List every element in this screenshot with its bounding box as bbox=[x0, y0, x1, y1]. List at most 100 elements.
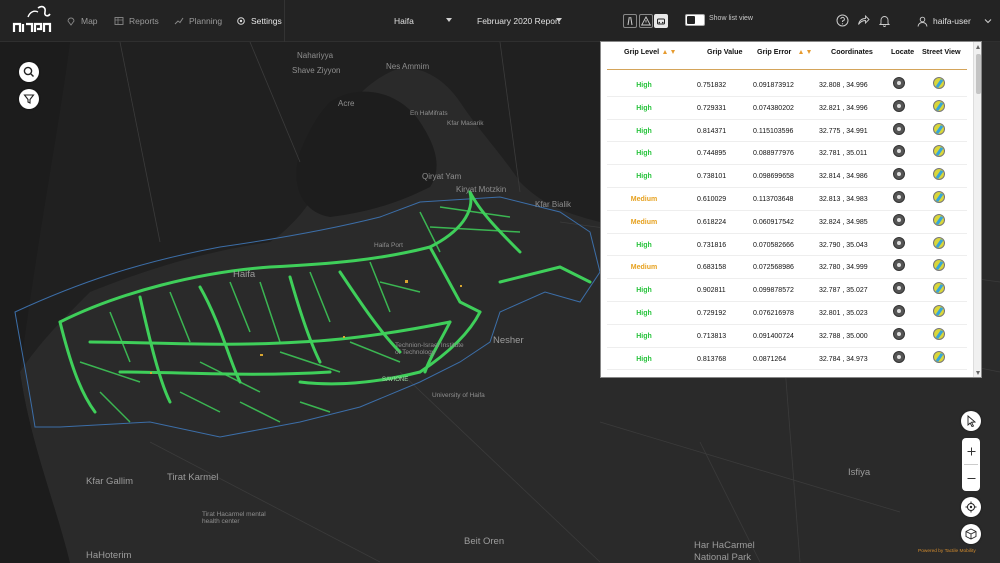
grip-value-cell: 0.744895 bbox=[697, 150, 727, 158]
map-label-national-park: National Park bbox=[694, 552, 752, 563]
street-view-icon[interactable] bbox=[933, 350, 945, 363]
col-grip-level[interactable]: Grip Level bbox=[624, 47, 659, 56]
street-view-icon[interactable] bbox=[933, 213, 945, 226]
table-row[interactable]: High 0.729331 0.074380202 32.821 , 34.996 bbox=[607, 97, 967, 120]
table-row[interactable]: High 0.729192 0.076216978 32.801 , 35.023 bbox=[607, 302, 967, 325]
search-map-button[interactable] bbox=[19, 62, 39, 82]
coordinates-cell: 32.775 , 34.991 bbox=[819, 127, 868, 135]
locate-target-icon[interactable] bbox=[893, 99, 905, 112]
car-icon bbox=[657, 18, 665, 25]
my-location-button[interactable] bbox=[961, 497, 981, 517]
vehicle-mode-button[interactable] bbox=[654, 14, 668, 28]
grip-value-cell: 0.751832 bbox=[697, 82, 727, 89]
city-dropdown[interactable]: Haifa bbox=[394, 0, 414, 42]
locate-target-icon[interactable] bbox=[893, 77, 905, 89]
grip-level-cell: High bbox=[636, 287, 652, 295]
locate-target-icon[interactable] bbox=[893, 168, 905, 181]
nav-settings-label: Settings bbox=[251, 16, 282, 26]
report-chevron-down-icon[interactable] bbox=[556, 18, 562, 22]
filter-map-button[interactable] bbox=[19, 89, 39, 109]
col-grip-value[interactable]: Grip Value bbox=[707, 47, 743, 56]
report-dropdown[interactable]: February 2020 Report bbox=[477, 0, 560, 42]
table-row[interactable]: High 0.713813 0.091400724 32.788 , 35.000 bbox=[607, 325, 967, 348]
street-view-icon[interactable] bbox=[933, 327, 945, 340]
locate-target-icon[interactable] bbox=[893, 282, 905, 295]
table-row[interactable]: High 0.814371 0.115103596 32.775 , 34.991 bbox=[607, 120, 967, 143]
scroll-thumb[interactable] bbox=[976, 54, 981, 94]
help-icon[interactable] bbox=[836, 14, 849, 27]
grip-level-cell: High bbox=[636, 173, 652, 181]
zoom-in-button[interactable] bbox=[962, 438, 980, 464]
map-label-acre: Acre bbox=[338, 99, 355, 108]
grip-level-cell: High bbox=[636, 332, 652, 340]
locate-target-icon[interactable] bbox=[893, 259, 905, 272]
coordinates-cell: 32.784 , 34.973 bbox=[819, 355, 868, 363]
locate-target-icon[interactable] bbox=[893, 213, 905, 226]
zoom-out-button[interactable] bbox=[962, 465, 980, 491]
street-view-icon[interactable] bbox=[933, 190, 945, 203]
sort-desc-icon[interactable] bbox=[807, 50, 811, 54]
street-view-icon[interactable] bbox=[933, 236, 945, 249]
street-view-icon[interactable] bbox=[933, 259, 945, 272]
grip-value-cell: 0.813768 bbox=[697, 355, 727, 363]
map-label-kfar-masarik: Kfar Masarik bbox=[447, 120, 484, 127]
share-icon[interactable] bbox=[857, 14, 870, 27]
table-row[interactable]: High 0.902811 0.099878572 32.787 , 35.027 bbox=[607, 279, 967, 302]
user-menu[interactable]: haifa-user bbox=[917, 0, 992, 42]
user-icon bbox=[917, 16, 928, 27]
locate-target-icon[interactable] bbox=[893, 122, 905, 135]
select-tool-button[interactable] bbox=[961, 411, 981, 431]
map-label-nes-ammim: Nes Ammim bbox=[386, 62, 430, 71]
table-row[interactable]: Medium 0.683158 0.072568986 32.780 , 34.999 bbox=[607, 256, 967, 280]
street-view-icon[interactable] bbox=[933, 304, 945, 317]
locate-target-icon[interactable] bbox=[893, 236, 905, 249]
table-row[interactable]: High 0.813768 0.0871264 32.784 , 34.973 bbox=[607, 348, 967, 371]
locate-target-icon[interactable] bbox=[893, 304, 905, 317]
locate-target-icon[interactable] bbox=[893, 327, 905, 340]
list-view-toggle[interactable] bbox=[685, 14, 705, 26]
table-body: High 0.751832 0.091873912 32.808 , 34.996 Hi… bbox=[607, 74, 967, 371]
street-view-icon[interactable] bbox=[933, 77, 945, 89]
nav-planning[interactable]: Planning bbox=[174, 0, 222, 42]
bell-icon[interactable] bbox=[878, 14, 891, 27]
table-scrollbar[interactable] bbox=[973, 42, 981, 377]
scroll-down-icon[interactable] bbox=[976, 371, 980, 375]
nav-divider bbox=[284, 0, 285, 42]
app-root: Nahariyya Shave Ziyyon Nes Ammim Acre En… bbox=[0, 0, 1000, 563]
nav-settings[interactable]: Settings bbox=[236, 0, 282, 42]
nav-reports[interactable]: Reports bbox=[114, 0, 159, 42]
grip-error-cell: 0.091873912 bbox=[753, 82, 794, 89]
alert-mode-button[interactable] bbox=[639, 14, 653, 28]
table-row[interactable]: Medium 0.610029 0.113703648 32.813 , 34.983 bbox=[607, 188, 967, 211]
street-view-icon[interactable] bbox=[933, 99, 945, 112]
table-row[interactable]: Medium 0.618224 0.060917542 32.824 , 34.985 bbox=[607, 211, 967, 234]
street-view-icon[interactable] bbox=[933, 145, 945, 158]
col-coordinates[interactable]: Coordinates bbox=[831, 47, 873, 56]
table-row[interactable]: High 0.751832 0.091873912 32.808 , 34.996 bbox=[607, 74, 967, 97]
table-row[interactable]: High 0.738101 0.098699658 32.814 , 34.986 bbox=[607, 165, 967, 188]
scroll-up-icon[interactable] bbox=[976, 45, 980, 49]
city-chevron-down-icon[interactable] bbox=[446, 18, 452, 22]
grip-level-cell: Medium bbox=[630, 218, 658, 226]
street-view-icon[interactable] bbox=[933, 282, 945, 295]
sort-desc-icon[interactable] bbox=[671, 50, 675, 54]
road-mode-button[interactable] bbox=[623, 14, 637, 28]
3d-view-button[interactable] bbox=[961, 524, 981, 544]
grip-value-cell: 0.618224 bbox=[697, 218, 727, 226]
coordinates-cell: 32.790 , 35.043 bbox=[819, 241, 868, 249]
haifa-logo[interactable] bbox=[8, 4, 56, 38]
nav-map[interactable]: Map bbox=[66, 0, 98, 42]
locate-target-icon[interactable] bbox=[893, 190, 905, 203]
sort-asc-icon[interactable] bbox=[799, 50, 803, 54]
locate-target-icon[interactable] bbox=[893, 145, 905, 158]
table-row[interactable]: High 0.731816 0.070582666 32.790 , 35.043 bbox=[607, 234, 967, 257]
grip-value-cell: 0.729192 bbox=[697, 309, 727, 317]
coordinates-cell: 32.788 , 35.000 bbox=[819, 332, 868, 340]
street-view-icon[interactable] bbox=[933, 122, 945, 135]
col-grip-error[interactable]: Grip Error bbox=[757, 47, 791, 56]
table-row[interactable]: High 0.744895 0.088977976 32.781 , 35.011 bbox=[607, 142, 967, 166]
street-view-icon[interactable] bbox=[933, 168, 945, 181]
sort-asc-icon[interactable] bbox=[663, 50, 667, 54]
locate-target-icon[interactable] bbox=[893, 350, 905, 363]
grip-value-cell: 0.610029 bbox=[697, 195, 727, 203]
